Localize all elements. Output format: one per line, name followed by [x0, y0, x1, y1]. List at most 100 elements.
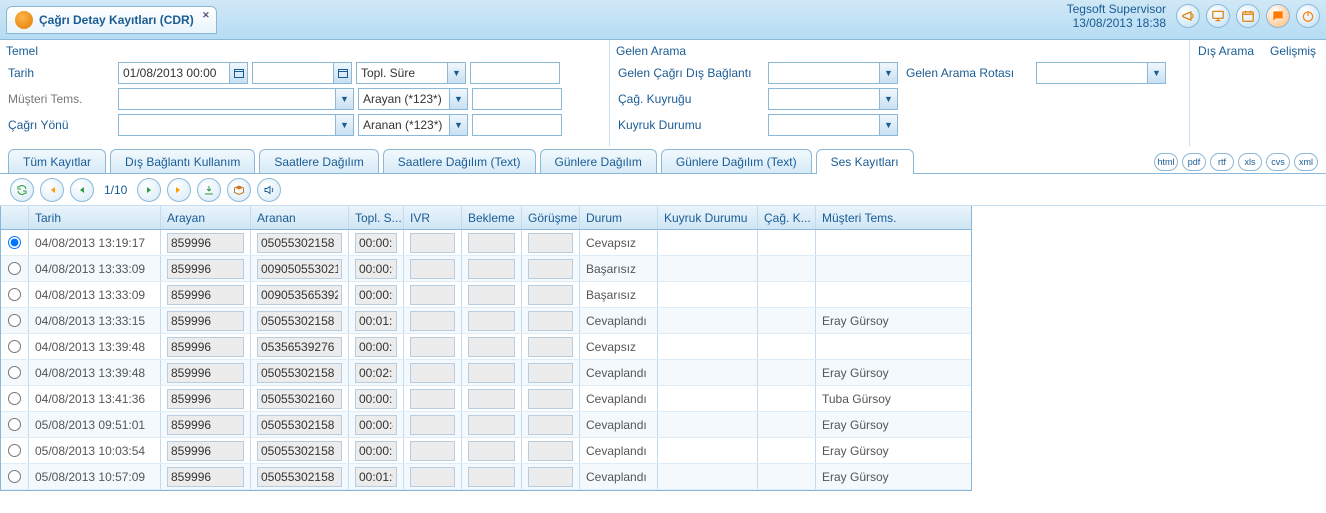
chevron-down-icon[interactable]: ▼	[879, 63, 897, 83]
cell-input-ivr[interactable]	[410, 311, 455, 331]
cell-input-topls[interactable]	[355, 441, 397, 461]
input-aranan[interactable]	[472, 114, 562, 136]
refresh-button[interactable]	[10, 178, 34, 202]
cell-input-ivr[interactable]	[410, 259, 455, 279]
table-row[interactable]: 04/08/2013 13:33:15CevaplandıEray Gürsoy	[1, 308, 971, 334]
combo-arayan[interactable]: Arayan (*123*)▼	[358, 88, 468, 110]
cell-input-ivr[interactable]	[410, 441, 455, 461]
column-header[interactable]: Topl. S...	[349, 206, 404, 229]
combo-rota[interactable]: ▼	[1036, 62, 1166, 84]
chevron-down-icon[interactable]: ▼	[1147, 63, 1165, 83]
row-selector[interactable]	[1, 438, 29, 463]
cell-input-topls[interactable]	[355, 337, 397, 357]
prev-page-button[interactable]	[70, 178, 94, 202]
cell-input-ivr[interactable]	[410, 337, 455, 357]
cell-input-aranan[interactable]	[257, 389, 342, 409]
export-rtf[interactable]: rtf	[1210, 153, 1234, 171]
combo-musteri-tems[interactable]: ▼	[118, 88, 354, 110]
cell-input-arayan[interactable]	[167, 441, 244, 461]
cell-input-topls[interactable]	[355, 467, 397, 487]
subtab[interactable]: Günlere Dağılım	[540, 149, 657, 173]
cell-input-arayan[interactable]	[167, 285, 244, 305]
download-button[interactable]	[197, 178, 221, 202]
cell-input-topls[interactable]	[355, 259, 397, 279]
row-radio[interactable]	[8, 470, 21, 483]
announce-icon[interactable]	[1176, 4, 1200, 28]
cell-input-arayan[interactable]	[167, 467, 244, 487]
input-tarih-to[interactable]	[252, 62, 352, 84]
cell-input-gorusme[interactable]	[528, 415, 573, 435]
table-row[interactable]: 05/08/2013 09:51:01CevaplandıEray Gürsoy	[1, 412, 971, 438]
close-tab-icon[interactable]: ✕	[202, 10, 210, 21]
column-header[interactable]: Arayan	[161, 206, 251, 229]
row-radio[interactable]	[8, 288, 21, 301]
table-row[interactable]: 04/08/2013 13:41:36CevaplandıTuba Gürsoy	[1, 386, 971, 412]
table-row[interactable]: 04/08/2013 13:39:48Cevapsız	[1, 334, 971, 360]
column-header[interactable]: Görüşme	[522, 206, 580, 229]
table-row[interactable]: 04/08/2013 13:39:48CevaplandıEray Gürsoy	[1, 360, 971, 386]
cell-input-gorusme[interactable]	[528, 233, 573, 253]
row-selector[interactable]	[1, 412, 29, 437]
cell-input-gorusme[interactable]	[528, 259, 573, 279]
chat-icon[interactable]	[1266, 4, 1290, 28]
power-icon[interactable]	[1296, 4, 1320, 28]
column-header[interactable]: Durum	[580, 206, 658, 229]
cell-input-aranan[interactable]	[257, 233, 342, 253]
cell-input-bekleme[interactable]	[468, 285, 515, 305]
chevron-down-icon[interactable]: ▼	[879, 115, 897, 135]
cell-input-bekleme[interactable]	[468, 233, 515, 253]
last-page-button[interactable]	[167, 178, 191, 202]
subtab[interactable]: Ses Kayıtları	[816, 149, 914, 174]
combo-kuyruk[interactable]: ▼	[768, 88, 898, 110]
row-selector[interactable]	[1, 334, 29, 359]
cell-input-gorusme[interactable]	[528, 363, 573, 383]
sound-button[interactable]	[257, 178, 281, 202]
cell-input-bekleme[interactable]	[468, 259, 515, 279]
column-header[interactable]: Tarih	[29, 206, 161, 229]
package-button[interactable]	[227, 178, 251, 202]
combo-topl-sure[interactable]: Topl. Süre▼	[356, 62, 466, 84]
cell-input-gorusme[interactable]	[528, 441, 573, 461]
cell-input-arayan[interactable]	[167, 389, 244, 409]
column-header[interactable]: Bekleme	[462, 206, 522, 229]
cell-input-bekleme[interactable]	[468, 441, 515, 461]
table-row[interactable]: 04/08/2013 13:19:17Cevapsız	[1, 230, 971, 256]
cell-input-arayan[interactable]	[167, 363, 244, 383]
input-tarih-from[interactable]: 01/08/2013 00:00	[118, 62, 248, 84]
cell-input-aranan[interactable]	[257, 285, 342, 305]
export-pdf[interactable]: pdf	[1182, 153, 1206, 171]
cell-input-bekleme[interactable]	[468, 467, 515, 487]
export-cvs[interactable]: cvs	[1266, 153, 1290, 171]
calendar-icon[interactable]	[1236, 4, 1260, 28]
cell-input-aranan[interactable]	[257, 311, 342, 331]
input-topl-sure[interactable]	[470, 62, 560, 84]
input-arayan[interactable]	[472, 88, 562, 110]
cell-input-aranan[interactable]	[257, 415, 342, 435]
row-radio[interactable]	[8, 340, 21, 353]
row-radio[interactable]	[8, 418, 21, 431]
cell-input-gorusme[interactable]	[528, 389, 573, 409]
row-selector[interactable]	[1, 360, 29, 385]
column-header[interactable]: Müşteri Tems.	[816, 206, 966, 229]
combo-cagri-yonu[interactable]: ▼	[118, 114, 354, 136]
cell-input-bekleme[interactable]	[468, 363, 515, 383]
row-radio[interactable]	[8, 366, 21, 379]
table-row[interactable]: 05/08/2013 10:03:54CevaplandıEray Gürsoy	[1, 438, 971, 464]
cell-input-arayan[interactable]	[167, 337, 244, 357]
table-row[interactable]: 04/08/2013 13:33:09Başarısız	[1, 282, 971, 308]
cell-input-ivr[interactable]	[410, 389, 455, 409]
cell-input-topls[interactable]	[355, 311, 397, 331]
export-xls[interactable]: xls	[1238, 153, 1262, 171]
cell-input-ivr[interactable]	[410, 363, 455, 383]
row-selector[interactable]	[1, 256, 29, 281]
cell-input-arayan[interactable]	[167, 259, 244, 279]
subtab[interactable]: Saatlere Dağılım (Text)	[383, 149, 536, 173]
column-header[interactable]: IVR	[404, 206, 462, 229]
column-header[interactable]	[1, 206, 29, 229]
row-selector[interactable]	[1, 230, 29, 255]
chevron-down-icon[interactable]: ▼	[449, 89, 467, 109]
cell-input-ivr[interactable]	[410, 285, 455, 305]
cell-input-ivr[interactable]	[410, 415, 455, 435]
cell-input-bekleme[interactable]	[468, 337, 515, 357]
row-selector[interactable]	[1, 386, 29, 411]
